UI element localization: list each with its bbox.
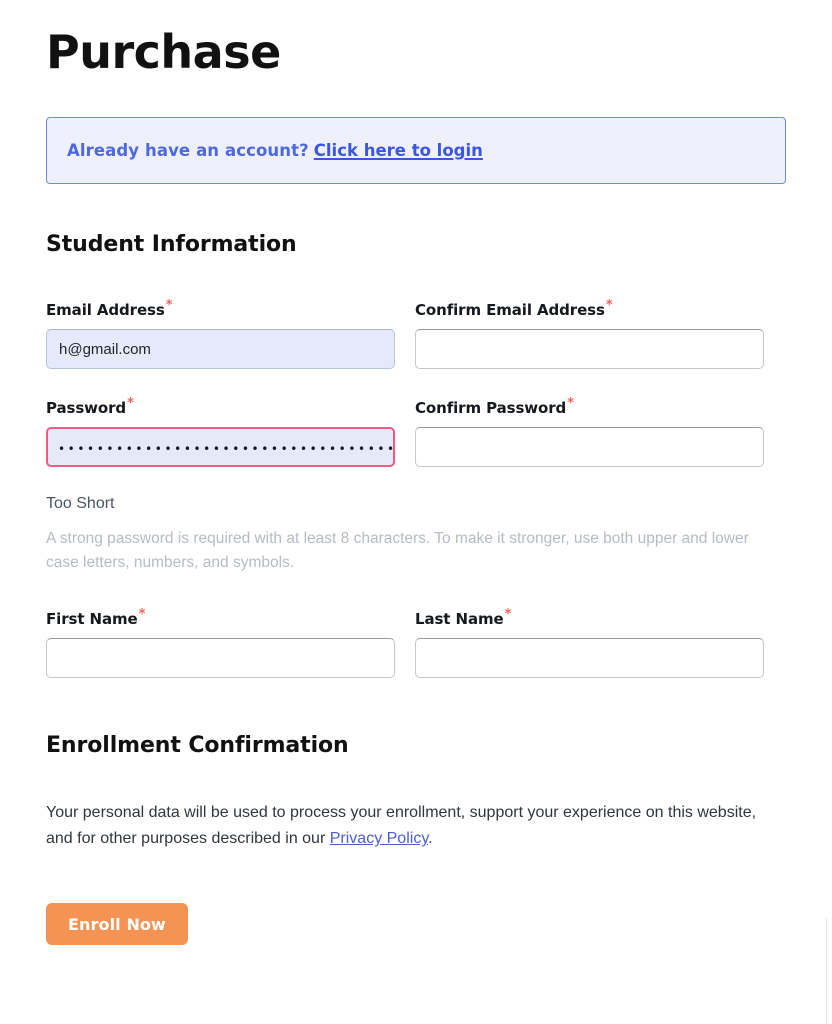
- required-asterisk: *: [504, 607, 512, 623]
- required-asterisk: *: [138, 607, 146, 623]
- label-email-text: Email Address: [46, 301, 165, 320]
- page-edge-divider: [826, 918, 827, 1024]
- form-row-email: Email Address* Confirm Email Address*: [46, 299, 786, 370]
- label-password-text: Password: [46, 399, 127, 418]
- login-notice-prompt: Already have an account?: [67, 141, 309, 161]
- label-first-name: First Name*: [46, 608, 395, 628]
- password-hint-text: A strong password is required with at le…: [46, 530, 749, 571]
- page-title: Purchase: [46, 25, 281, 79]
- required-asterisk: *: [127, 396, 134, 412]
- section-heading-enrollment-confirmation: Enrollment Confirmation: [46, 733, 349, 759]
- field-last-name: Last Name*: [415, 608, 764, 679]
- section-heading-student-information: Student Information: [46, 232, 297, 258]
- required-asterisk: *: [567, 396, 574, 412]
- password-strength-text: Too Short: [46, 495, 115, 513]
- privacy-policy-link[interactable]: Privacy Policy: [330, 830, 428, 847]
- label-confirm-password: Confirm Password*: [415, 397, 764, 417]
- last-name-input[interactable]: [415, 638, 764, 679]
- first-name-input[interactable]: [46, 638, 395, 679]
- field-confirm-password: Confirm Password*: [415, 397, 764, 468]
- consent-text-after: .: [428, 830, 433, 848]
- label-last-name: Last Name*: [415, 608, 764, 628]
- required-asterisk: *: [605, 298, 613, 314]
- field-first-name: First Name*: [46, 608, 395, 679]
- password-input[interactable]: ••••••••••••••••••••••••••••••••••••••••…: [46, 427, 395, 468]
- form-row-name: First Name* Last Name*: [46, 608, 786, 679]
- label-first-name-text: First Name: [46, 610, 138, 629]
- required-asterisk: *: [165, 298, 173, 314]
- field-email: Email Address*: [46, 299, 395, 370]
- confirm-email-input[interactable]: [415, 329, 764, 370]
- field-confirm-email: Confirm Email Address*: [415, 299, 764, 370]
- purchase-page: Purchase Already have an account? Click …: [0, 0, 832, 1024]
- field-password: Password* ••••••••••••••••••••••••••••••…: [46, 397, 395, 468]
- label-confirm-email-text: Confirm Email Address: [415, 301, 605, 320]
- label-email: Email Address*: [46, 299, 395, 319]
- enroll-now-button[interactable]: Enroll Now: [46, 903, 188, 946]
- label-confirm-email: Confirm Email Address*: [415, 299, 764, 319]
- login-notice: Already have an account? Click here to l…: [46, 117, 786, 185]
- login-link[interactable]: Click here to login: [314, 141, 483, 160]
- confirm-password-input[interactable]: [415, 427, 764, 468]
- label-confirm-password-text: Confirm Password: [415, 399, 567, 418]
- label-password: Password*: [46, 397, 395, 417]
- label-last-name-text: Last Name: [415, 610, 504, 629]
- email-input[interactable]: [46, 329, 395, 370]
- form-row-password: Password* ••••••••••••••••••••••••••••••…: [46, 397, 786, 468]
- consent-text: Your personal data will be used to proce…: [46, 800, 781, 852]
